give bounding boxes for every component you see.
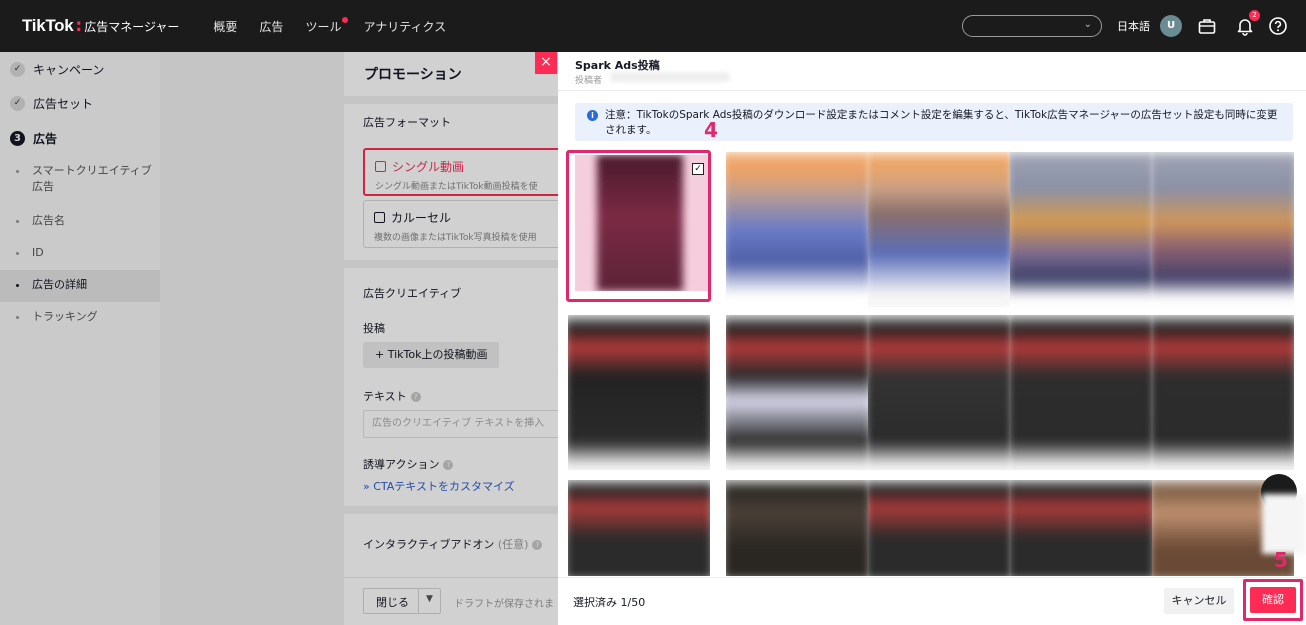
blurred-overlay xyxy=(1262,494,1306,554)
selection-highlight xyxy=(566,150,711,302)
chevron-down-icon: ⌄ xyxy=(1083,19,1092,30)
nav-ads[interactable]: 広告 xyxy=(259,18,283,35)
panel-title: Spark Ads投稿 xyxy=(575,59,660,72)
post-thumbnail[interactable] xyxy=(726,480,868,576)
new-dot-icon xyxy=(342,16,349,23)
top-bar: TikTok : 広告マネージャー 概要 広告 ツール アナリティクス ⌄ 日本… xyxy=(0,0,1306,52)
checkbox-checked-icon[interactable]: ✓ xyxy=(692,163,704,175)
account-selector[interactable]: ⌄ xyxy=(962,15,1102,37)
nav-overview[interactable]: 概要 xyxy=(213,18,237,35)
cancel-button[interactable]: キャンセル xyxy=(1164,588,1234,614)
brand-sub: 広告マネージャー xyxy=(84,20,180,34)
spark-ads-post-panel: Spark Ads投稿 投稿者 i 注意：TikTokのSpark Ads投稿の… xyxy=(558,52,1306,625)
briefcase-icon[interactable] xyxy=(1197,16,1217,36)
panel-subtitle: 投稿者 xyxy=(575,76,603,86)
divider xyxy=(558,90,1306,91)
post-thumbnail[interactable] xyxy=(726,315,868,470)
annotation-step-5: 5 xyxy=(1274,548,1288,572)
post-thumbnail[interactable] xyxy=(868,480,1010,576)
post-thumbnail[interactable] xyxy=(1152,315,1294,470)
post-thumbnail[interactable] xyxy=(1010,152,1152,307)
help-icon[interactable] xyxy=(1268,16,1288,36)
notice-banner: i 注意：TikTokのSpark Ads投稿のダウンロード設定またはコメント設… xyxy=(575,103,1293,141)
top-nav: 概要 広告 ツール アナリティクス xyxy=(213,16,468,35)
selected-count: 選択済み 1/50 xyxy=(573,596,646,609)
notification-badge: 2 xyxy=(1249,10,1260,21)
confirm-button[interactable]: 確認 xyxy=(1250,587,1296,613)
drawer-close-icon[interactable]: × xyxy=(535,52,557,74)
post-thumbnail[interactable] xyxy=(1010,315,1152,470)
info-icon: i xyxy=(587,110,598,121)
post-thumbnail[interactable] xyxy=(726,152,868,307)
blurred-author xyxy=(610,72,730,82)
post-thumbnail[interactable] xyxy=(568,315,710,470)
post-thumbnail[interactable] xyxy=(1152,152,1294,307)
post-thumbnail[interactable] xyxy=(1010,480,1152,576)
nav-tools[interactable]: ツール xyxy=(305,16,349,35)
brand-separator: : xyxy=(75,16,83,36)
panel-footer: 選択済み 1/50 キャンセル xyxy=(558,577,1306,625)
post-thumbnail[interactable] xyxy=(568,480,710,576)
avatar[interactable]: U xyxy=(1160,15,1182,37)
brand-name: TikTok xyxy=(22,16,74,35)
post-thumbnail[interactable] xyxy=(868,315,1010,470)
nav-tools-label: ツール xyxy=(305,19,342,34)
nav-analytics[interactable]: アナリティクス xyxy=(363,18,446,35)
post-thumbnail[interactable] xyxy=(868,152,1010,307)
language-switch[interactable]: 日本語 xyxy=(1117,18,1150,34)
annotation-step-4: 4 xyxy=(704,118,718,142)
tiktok-ads-logo[interactable]: TikTok : 広告マネージャー xyxy=(22,16,179,36)
modal-overlay[interactable] xyxy=(0,52,558,625)
